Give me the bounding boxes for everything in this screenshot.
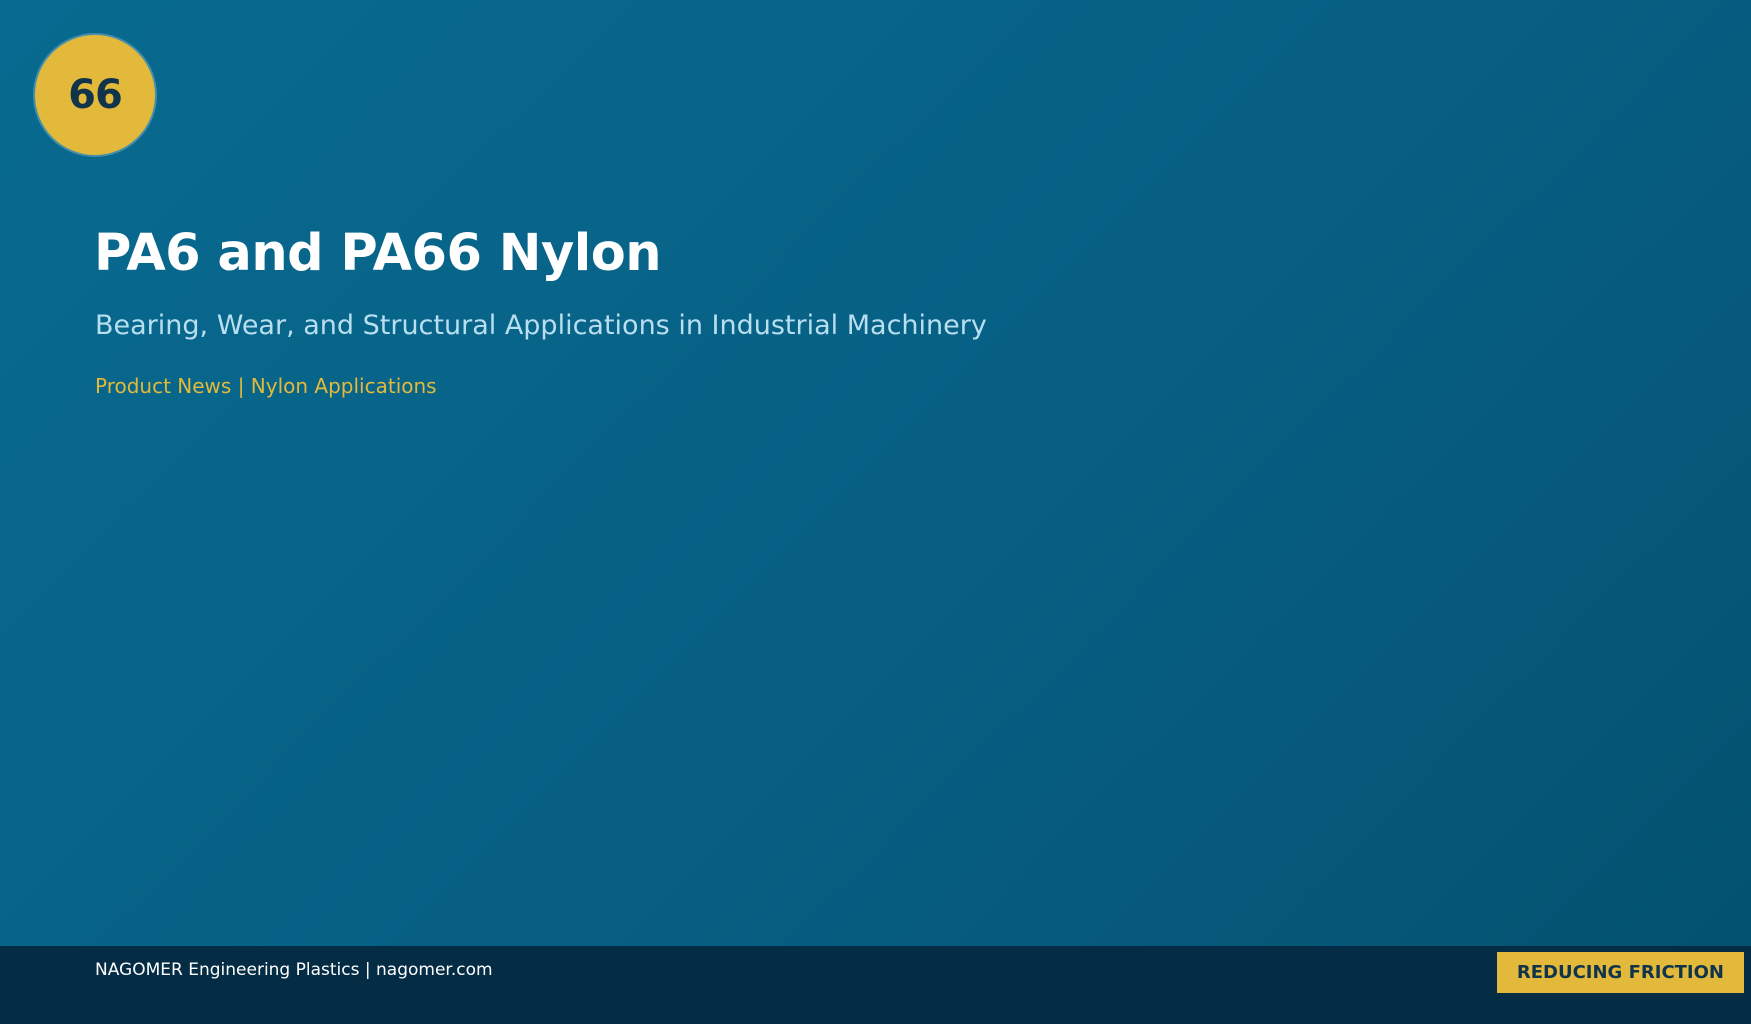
slide: 66 PA6 and PA66 Nylon Bearing, Wear, and… (0, 0, 1751, 1024)
number-badge: 66 (35, 35, 155, 155)
footer-tag-badge: REDUCING FRICTION (1496, 952, 1744, 993)
footer-brand-text: NAGOMER Engineering Plastics | nagomer.c… (95, 960, 493, 980)
badge-number: 66 (68, 72, 123, 118)
page-title: PA6 and PA66 Nylon (94, 224, 662, 283)
category-label: Product News | Nylon Applications (95, 374, 437, 398)
footer-bar: NAGOMER Engineering Plastics | nagomer.c… (0, 946, 1751, 1024)
footer-tag-label: REDUCING FRICTION (1516, 962, 1724, 983)
page-subtitle: Bearing, Wear, and Structural Applicatio… (95, 310, 987, 341)
